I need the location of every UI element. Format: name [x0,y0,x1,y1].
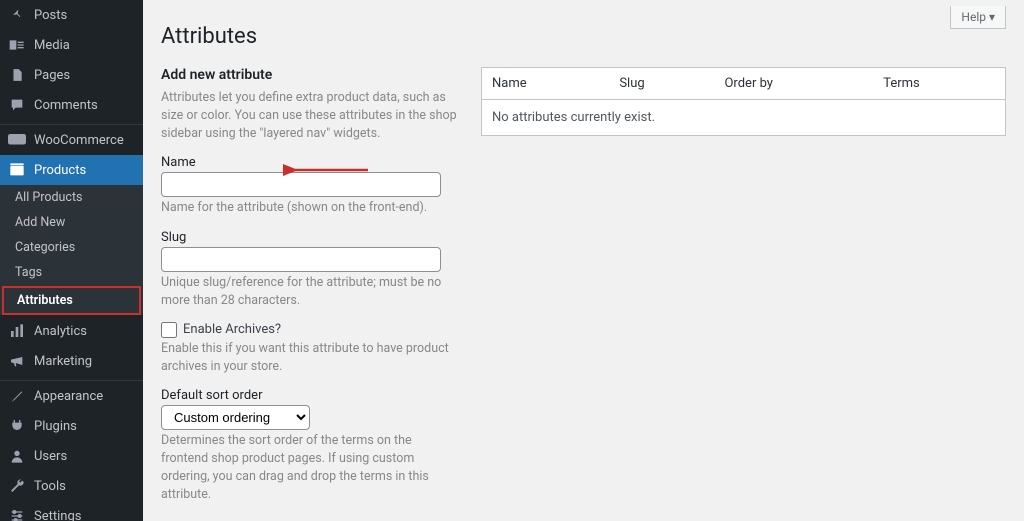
submenu-attributes[interactable]: Attributes [2,286,141,315]
attributes-table-wrap: Name Slug Order by Terms No attributes c… [481,67,1006,521]
sidebar-item-comments[interactable]: Comments [0,90,143,120]
page-icon [8,66,26,84]
col-name[interactable]: Name [482,68,610,100]
label: Tools [34,479,66,494]
page-title: Attributes [161,24,1006,49]
label: Pages [34,68,70,83]
label: WooCommerce [34,133,124,148]
comment-icon [8,96,26,114]
sidebar-item-marketing[interactable]: Marketing [0,346,143,376]
col-slug[interactable]: Slug [609,68,714,100]
col-terms[interactable]: Terms [873,68,1005,100]
label: Help ▾ [961,10,995,24]
table-header-row: Name Slug Order by Terms [482,68,1006,100]
label: Posts [34,8,67,23]
analytics-icon [8,322,26,340]
user-icon [8,447,26,465]
label: Products [34,163,86,178]
content-area: Help ▾ Attributes Add new attribute Attr… [143,0,1024,521]
pin-icon [8,6,26,24]
slug-label: Slug [161,230,461,245]
brush-icon [8,387,26,405]
sidebar-item-pages[interactable]: Pages [0,60,143,90]
enable-archives-checkbox[interactable] [161,322,177,338]
submenu-all-products[interactable]: All Products [0,185,143,210]
sidebar-item-media[interactable]: Media [0,30,143,60]
products-icon [8,161,26,179]
sidebar-item-appearance[interactable]: Appearance [0,381,143,411]
name-input[interactable] [161,172,441,197]
label: Categories [15,240,75,255]
sidebar-item-plugins[interactable]: Plugins [0,411,143,441]
label: Media [34,38,70,53]
name-label: Name [161,155,461,170]
submenu-categories[interactable]: Categories [0,235,143,260]
sidebar-item-users[interactable]: Users [0,441,143,471]
form-heading: Add new attribute [161,67,461,83]
submenu-tags[interactable]: Tags [0,260,143,285]
sidebar-item-settings[interactable]: Settings [0,501,143,521]
help-tab[interactable]: Help ▾ [950,6,1006,29]
archives-help: Enable this if you want this attribute t… [161,340,461,376]
sidebar-item-products[interactable]: Products [0,155,143,185]
woo-icon [8,131,26,149]
enable-archives-label: Enable Archives? [183,322,281,337]
label: Marketing [34,354,92,369]
megaphone-icon [8,352,26,370]
table-row-empty: No attributes currently exist. [482,100,1006,136]
form-intro: Attributes let you define extra product … [161,89,461,143]
label: Settings [34,509,81,521]
admin-sidebar: Posts Media Pages Comments WooCommerce P… [0,0,143,521]
label: Plugins [34,419,77,434]
label: All Products [15,190,83,205]
sliders-icon [8,507,26,521]
plug-icon [8,417,26,435]
label: Tags [15,265,42,280]
media-icon [8,36,26,54]
label: Analytics [34,324,87,339]
label: Attributes [17,293,73,308]
sidebar-item-analytics[interactable]: Analytics [0,316,143,346]
slug-input[interactable] [161,247,441,272]
sidebar-item-posts[interactable]: Posts [0,0,143,30]
sort-order-select[interactable]: Custom ordering [161,405,310,430]
sort-label: Default sort order [161,388,461,403]
sidebar-item-tools[interactable]: Tools [0,471,143,501]
sort-help: Determines the sort order of the terms o… [161,432,461,505]
slug-help: Unique slug/reference for the attribute;… [161,274,461,310]
label: Add New [15,215,65,230]
attributes-table: Name Slug Order by Terms No attributes c… [481,67,1006,136]
label: Appearance [34,389,103,404]
sidebar-item-woocommerce[interactable]: WooCommerce [0,125,143,155]
products-submenu: All Products Add New Categories Tags Att… [0,185,143,315]
name-help: Name for the attribute (shown on the fro… [161,199,461,217]
label: Users [34,449,67,464]
col-orderby[interactable]: Order by [714,68,873,100]
empty-message: No attributes currently exist. [482,100,1006,136]
submenu-add-new[interactable]: Add New [0,210,143,235]
label: Comments [34,98,98,113]
wrench-icon [8,477,26,495]
add-attribute-form: Add new attribute Attributes let you def… [161,67,461,521]
